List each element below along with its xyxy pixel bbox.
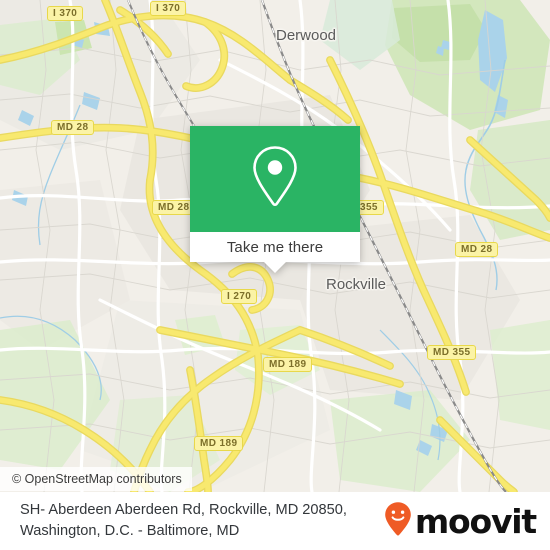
road-shield-md28-mid: MD 28	[152, 200, 196, 215]
road-shield-md28-west: MD 28	[51, 120, 95, 135]
address-line-1: SH- Aberdeen Aberdeen Rd, Rockville, MD …	[20, 502, 347, 518]
road-shield-md355: MD 355	[427, 345, 477, 360]
address-line-2: Washington, D.C. - Baltimore, MD	[20, 523, 240, 539]
map-attribution[interactable]: © OpenStreetMap contributors	[0, 467, 192, 491]
address-text: SH- Aberdeen Aberdeen Rd, Rockville, MD …	[20, 500, 384, 542]
road-shield-i270: I 270	[221, 289, 258, 304]
moovit-logo[interactable]: moovit	[384, 501, 537, 542]
callout-pointer-tail	[264, 262, 286, 273]
road-shield-md189-south: MD 189	[194, 436, 244, 451]
road-shield-i370-east: I 370	[150, 1, 187, 16]
destination-callout-card[interactable]: Take me there	[190, 126, 360, 273]
place-label-rockville: Rockville	[326, 276, 387, 293]
footer-bar: SH- Aberdeen Aberdeen Rd, Rockville, MD …	[0, 492, 550, 550]
place-label-derwood: Derwood	[276, 27, 337, 44]
road-shield-i370-west: I 370	[47, 6, 84, 21]
location-pin-icon	[249, 145, 301, 214]
road-shield-md189-mid: MD 189	[263, 357, 313, 372]
take-me-there-button[interactable]: Take me there	[190, 232, 360, 262]
moovit-map-screenshot: Derwood Rockville I 370 I 370 MD 28 MD 2…	[0, 0, 550, 550]
callout-header	[190, 126, 360, 232]
moovit-wordmark: moovit	[414, 501, 537, 541]
take-me-there-label: Take me there	[226, 238, 324, 256]
moovit-smiley-pin-icon	[384, 501, 412, 542]
road-shield-md28-east: MD 28	[455, 242, 499, 257]
